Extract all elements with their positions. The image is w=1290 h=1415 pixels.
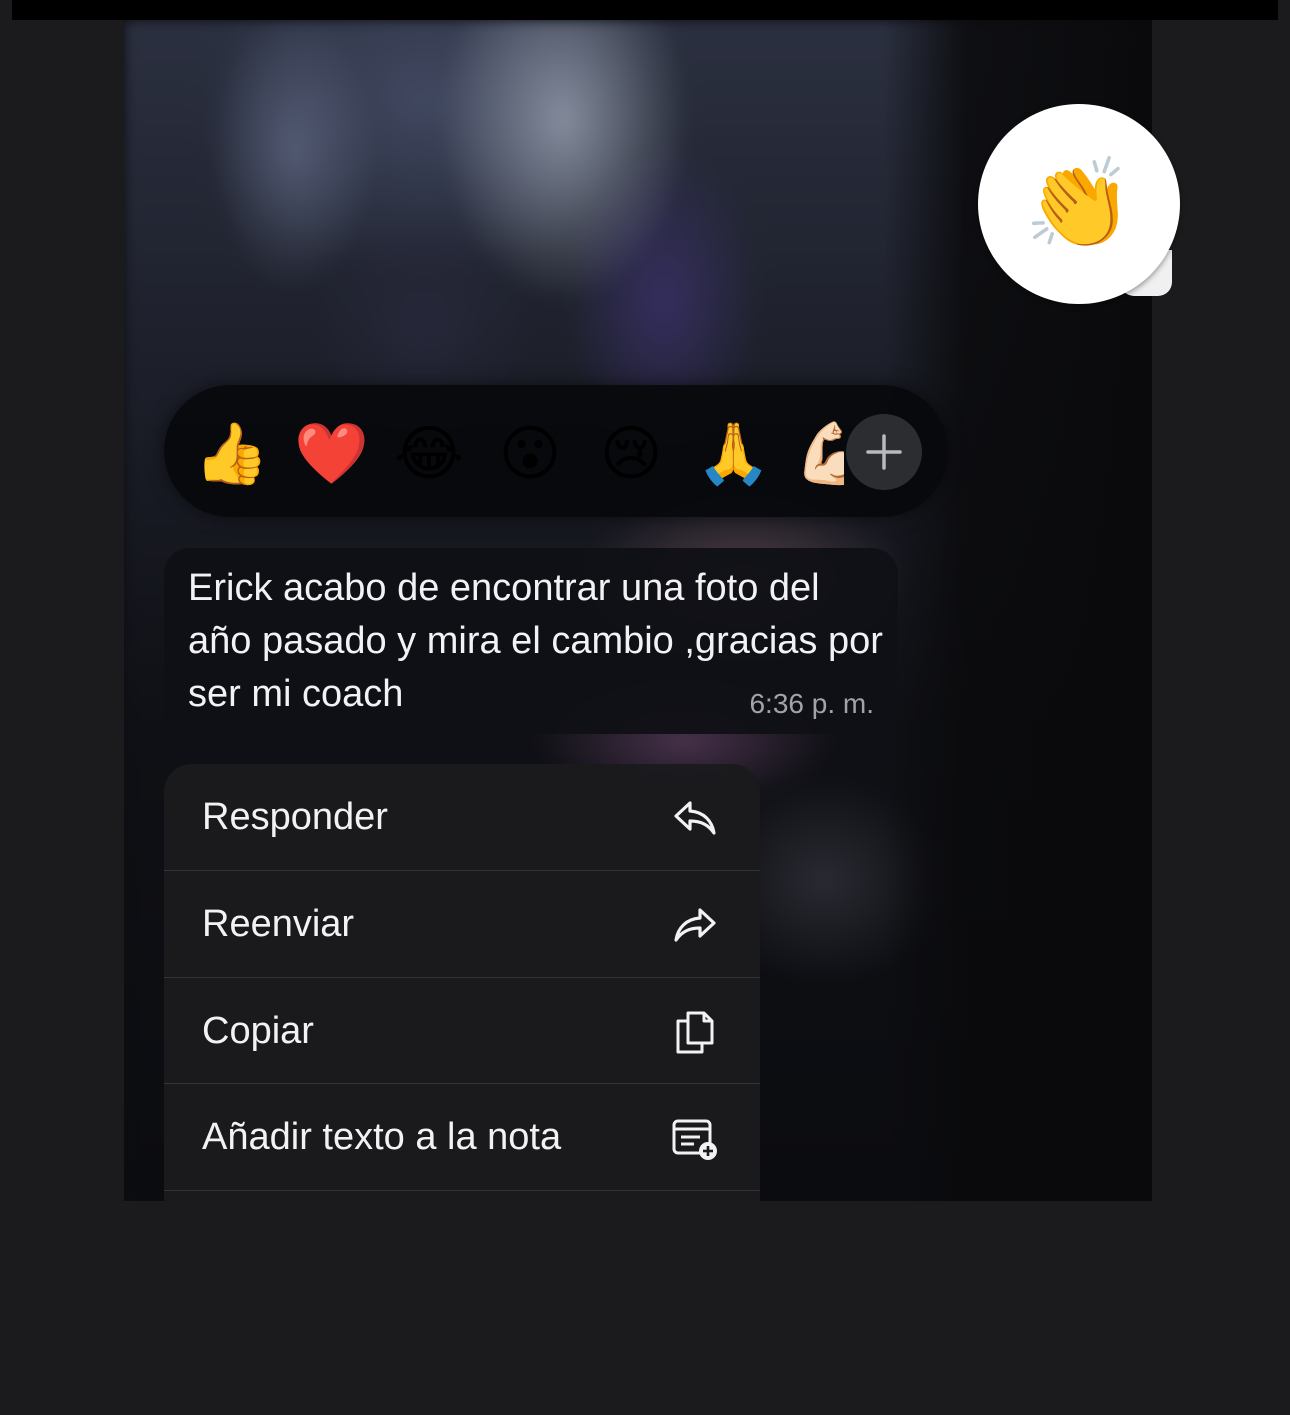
menu-item-reply[interactable]: Responder bbox=[164, 764, 760, 870]
forward-icon bbox=[674, 908, 716, 942]
surprised-reaction[interactable]: 😮 bbox=[495, 419, 565, 489]
clapping-hands-icon: 👏 bbox=[1024, 154, 1134, 253]
top-black-bar bbox=[12, 0, 1278, 20]
message-timestamp: 6:36 p. m. bbox=[749, 688, 874, 719]
crying-reaction[interactable]: 😢 bbox=[596, 419, 666, 489]
flexed-biceps-reaction[interactable]: 💪🏻 bbox=[794, 419, 844, 489]
menu-item-forward[interactable]: Reenviar bbox=[164, 871, 760, 977]
reaction-sticker: 👏 bbox=[978, 104, 1180, 304]
menu-item-label: Responder bbox=[202, 796, 388, 838]
praying-hands-reaction[interactable]: 🙏 bbox=[696, 419, 771, 489]
menu-item-copy[interactable]: Copiar bbox=[164, 978, 760, 1084]
plus-icon bbox=[866, 434, 902, 470]
menu-divider bbox=[164, 1190, 760, 1191]
more-reactions-button[interactable] bbox=[846, 414, 922, 490]
heart-reaction[interactable]: ❤️ bbox=[294, 419, 369, 489]
menu-item-label: Copiar bbox=[202, 1010, 314, 1052]
menu-item-label: Reenviar bbox=[202, 903, 355, 945]
thumbs-up-reaction[interactable]: 👍 bbox=[194, 419, 269, 489]
reply-icon bbox=[674, 801, 716, 835]
message-bubble[interactable]: Erick acabo de encontrar una foto del añ… bbox=[164, 548, 898, 734]
laughing-reaction[interactable]: 😂 bbox=[394, 419, 464, 489]
add-note-icon bbox=[672, 1119, 717, 1160]
copy-icon bbox=[676, 1011, 714, 1054]
emoji-reaction-bar: 👍 ❤️ 😂 😮 😢 🙏 💪🏻 bbox=[164, 385, 948, 517]
message-context-menu: Responder Reenviar Copiar Añadir texto a… bbox=[164, 764, 760, 1201]
menu-item-label: Añadir texto a la nota bbox=[202, 1116, 562, 1158]
menu-item-add-to-note[interactable]: Añadir texto a la nota bbox=[164, 1084, 760, 1190]
